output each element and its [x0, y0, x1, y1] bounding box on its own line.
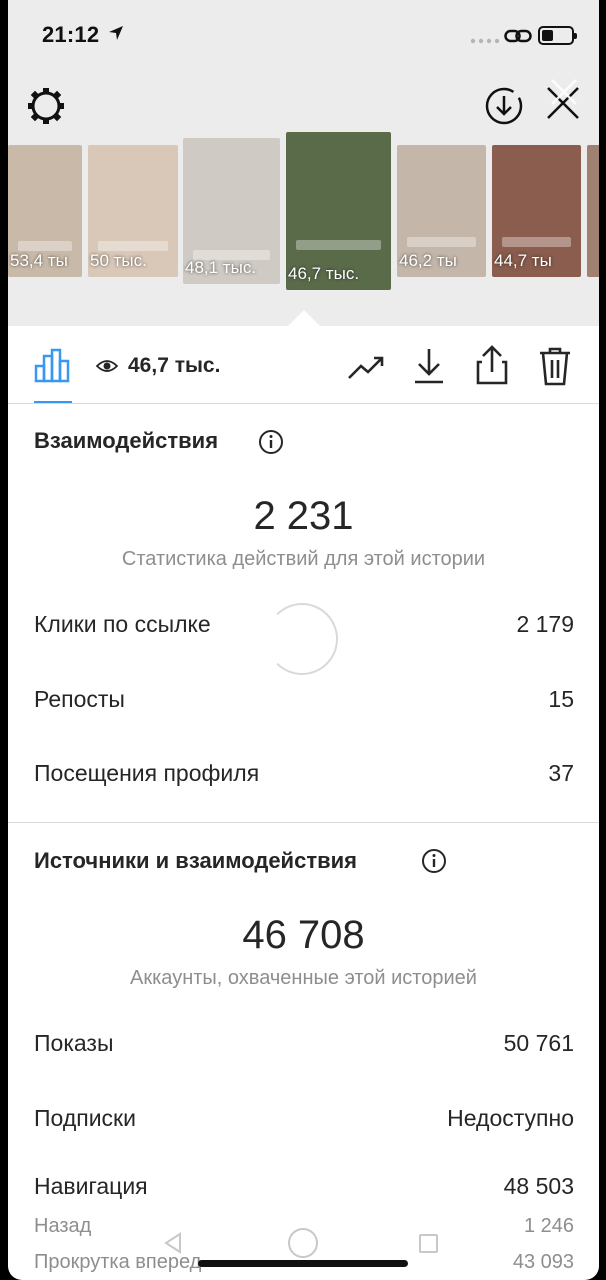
download-icon[interactable]	[412, 346, 446, 386]
loading-spinner	[266, 603, 338, 675]
battery-icon	[538, 26, 577, 45]
thumbnail-views: 46,7 тыс.	[288, 264, 360, 283]
bar-chart-icon[interactable]	[32, 348, 72, 384]
views-count: 46,7 тыс.	[128, 354, 221, 377]
thumbnail-views: 46,2 ты	[399, 251, 457, 270]
home-indicator[interactable]	[198, 1260, 408, 1267]
eye-icon	[96, 360, 118, 372]
story-header: 21:12 53,4 ты 50 тыс. 48,1 тыс. 46,7 тыс…	[8, 0, 599, 326]
info-icon[interactable]	[421, 848, 447, 874]
stories-strip: 53,4 ты 50 тыс. 48,1 тыс. 46,7 тыс. 46,2…	[8, 130, 599, 300]
row-value: 48 503	[503, 1173, 574, 1199]
story-thumbnail-selected[interactable]: 46,7 тыс.	[286, 132, 391, 290]
thumbnail-views: 53,4 ты	[10, 251, 68, 270]
section-divider	[8, 822, 599, 823]
story-thumbnail[interactable]: 50 тыс.	[88, 145, 178, 277]
row-label: Репосты	[34, 686, 125, 712]
nav-recent-icon[interactable]	[419, 1234, 438, 1253]
row-label: Навигация	[34, 1173, 148, 1199]
link-icon	[504, 29, 532, 43]
thumbnail-views: 48,1 тыс.	[185, 258, 257, 277]
share-icon[interactable]	[474, 344, 510, 386]
row-label: Подписки	[34, 1105, 136, 1131]
nav-back-icon[interactable]	[163, 1232, 183, 1254]
story-insights-screen: 21:12 53,4 ты 50 тыс. 48,1 тыс. 46,7 тыс…	[8, 0, 599, 1280]
row-value: 37	[548, 760, 574, 786]
info-icon[interactable]	[258, 429, 284, 455]
selected-pointer	[287, 310, 321, 327]
row-value: 15	[548, 686, 574, 712]
discovery-title: Источники и взаимодействия	[34, 848, 357, 873]
story-thumbnail[interactable]: 53,4 ты	[8, 145, 82, 277]
row-label: Посещения профиля	[34, 760, 260, 786]
discovery-total: 46 708	[242, 913, 365, 957]
settings-gear-icon[interactable]	[26, 86, 66, 126]
thumbnail-views: 44,7 ты	[494, 251, 552, 270]
trash-icon[interactable]	[538, 346, 572, 386]
thumbnail-views: 50 тыс.	[90, 251, 147, 270]
interactions-title: Взаимодействия	[34, 428, 219, 453]
story-thumbnail[interactable]: 46,2 ты	[397, 145, 486, 277]
location-arrow-icon	[109, 26, 123, 40]
signal-dots-icon	[470, 38, 500, 44]
status-time: 21:12	[42, 22, 100, 47]
row-value: 50 761	[503, 1030, 574, 1056]
close-icon[interactable]	[542, 76, 582, 126]
story-thumbnail[interactable]	[587, 145, 599, 277]
row-value: Недоступно	[447, 1105, 574, 1131]
active-tab-indicator	[34, 401, 72, 403]
insights-toolbar: 46,7 тыс.	[8, 326, 599, 404]
row-label: Показы	[34, 1030, 114, 1056]
trending-icon[interactable]	[346, 348, 386, 384]
status-bar: 21:12	[8, 0, 599, 70]
interactions-subtitle: Статистика действий для этой истории	[121, 548, 486, 570]
row-label: Клики по ссылке	[34, 611, 211, 637]
download-circle-icon[interactable]	[484, 86, 524, 126]
story-thumbnail[interactable]: 44,7 ты	[492, 145, 581, 277]
row-value: 2 179	[516, 611, 574, 637]
interactions-total: 2 231	[253, 494, 354, 538]
story-thumbnail[interactable]: 48,1 тыс.	[183, 138, 280, 284]
discovery-subtitle: Аккаунты, охваченные этой историей	[130, 967, 477, 989]
system-nav-bar	[8, 1222, 599, 1280]
nav-home-icon[interactable]	[288, 1228, 318, 1258]
